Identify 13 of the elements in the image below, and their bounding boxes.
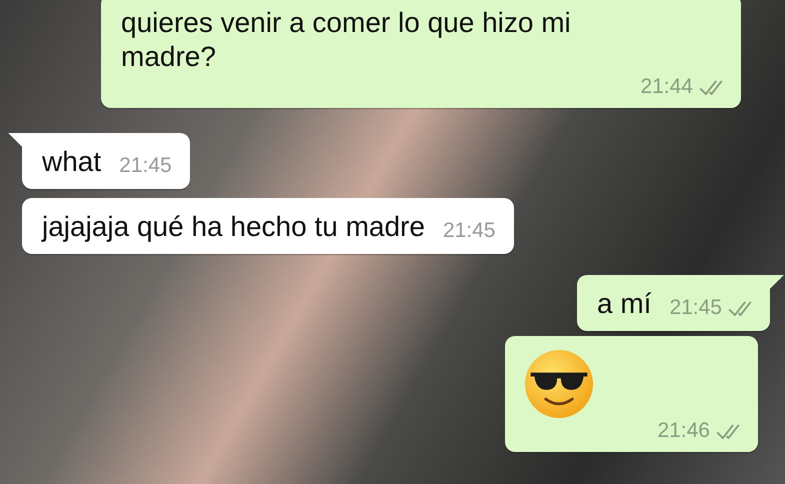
message-time: 21:45 [669,295,722,321]
message-time: 21:45 [442,218,496,244]
message-text: jajajaja qué ha hecho tu madre [42,210,425,244]
double-check-icon [699,80,723,94]
sunglasses-emoji-icon [525,350,593,418]
double-check-icon [728,300,752,316]
double-check-icon [716,424,740,438]
message-time: 21:44 [640,74,693,100]
message-text: what [42,145,102,179]
message-time: 21:46 [657,418,710,444]
message-text: a mí [596,287,652,321]
message-text: quieres venir a comer lo que hizo mi madre? [121,6,572,74]
message-time: 21:45 [119,153,172,179]
